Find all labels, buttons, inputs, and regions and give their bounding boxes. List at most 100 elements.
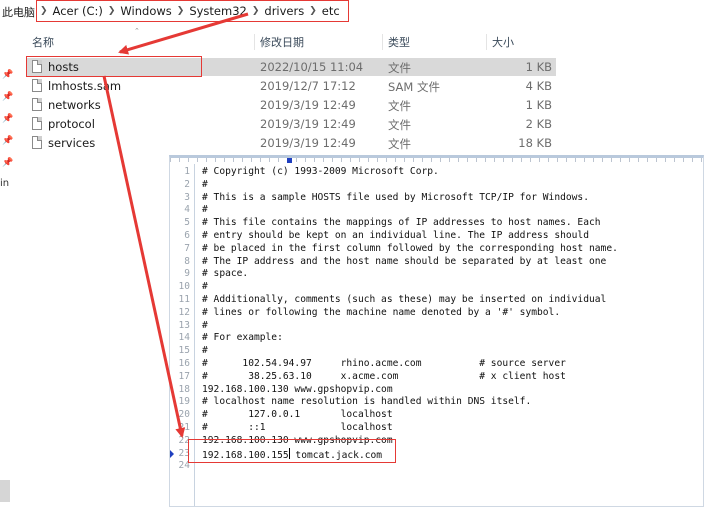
code-line[interactable]: # This is a sample HOSTS file used by Mi… bbox=[202, 192, 589, 203]
code-line[interactable]: # bbox=[202, 320, 208, 331]
line-number: 13 bbox=[178, 319, 190, 331]
code-line[interactable]: # lines or following the machine name de… bbox=[202, 307, 560, 318]
chevron-right-icon[interactable]: ❯ bbox=[176, 6, 186, 16]
file-icon bbox=[32, 79, 42, 92]
chevron-right-icon[interactable]: ❯ bbox=[308, 6, 318, 16]
breadcrumb[interactable]: ❯ Acer (C:) ❯ Windows ❯ System32 ❯ drive… bbox=[36, 0, 349, 22]
line-number: 6 bbox=[184, 230, 190, 241]
file-name: services bbox=[48, 136, 96, 150]
code-line[interactable]: # bbox=[202, 281, 208, 292]
chevron-right-icon[interactable]: ❯ bbox=[251, 6, 261, 16]
ruler-position-marker bbox=[287, 158, 292, 163]
file-modified: 2019/12/7 17:12 bbox=[260, 79, 356, 93]
editor-ruler bbox=[170, 158, 703, 162]
code-line[interactable]: # 102.54.94.97 rhino.acme.com # source s… bbox=[202, 358, 566, 369]
file-icon bbox=[32, 117, 42, 130]
sidebar-item-fragment[interactable]: in bbox=[0, 178, 9, 189]
code-line[interactable]: # The IP address and the host name shoul… bbox=[202, 256, 606, 267]
breadcrumb-windows[interactable]: Windows bbox=[116, 4, 175, 18]
file-modified: 2019/3/19 12:49 bbox=[260, 98, 356, 112]
line-number: 12 bbox=[178, 306, 190, 318]
file-type: 文件 bbox=[388, 99, 411, 113]
line-number: 10 bbox=[178, 281, 190, 293]
line-number: 19 bbox=[178, 396, 190, 408]
line-number: 18 bbox=[178, 383, 190, 395]
file-modified: 2019/3/19 12:49 bbox=[260, 117, 356, 131]
chevron-right-icon[interactable]: ❯ bbox=[107, 6, 117, 16]
column-divider[interactable] bbox=[486, 34, 487, 50]
code-line[interactable]: # be placed in the first column followed… bbox=[202, 243, 618, 254]
column-size[interactable]: 大小 bbox=[492, 34, 514, 50]
file-type: 文件 bbox=[388, 137, 411, 151]
code-line[interactable]: 192.168.100.130 www.gpshopvip.com bbox=[202, 384, 393, 395]
file-icon bbox=[32, 98, 42, 111]
breadcrumb-etc[interactable]: etc bbox=[318, 4, 344, 18]
file-size: 2 KB bbox=[525, 117, 552, 131]
line-number: 8 bbox=[184, 255, 190, 267]
code-line[interactable]: # ::1 localhost bbox=[202, 422, 393, 433]
line-number: 21 bbox=[178, 422, 190, 433]
file-size: 1 KB bbox=[525, 98, 552, 112]
line-number: 7 bbox=[184, 242, 190, 254]
breadcrumb-drive[interactable]: Acer (C:) bbox=[49, 4, 107, 18]
line-number: 22 bbox=[178, 434, 190, 446]
line-number: 9 bbox=[184, 268, 190, 280]
file-size: 4 KB bbox=[525, 79, 552, 93]
line-number: 11 bbox=[178, 294, 190, 305]
scrollbar[interactable] bbox=[0, 480, 10, 502]
code-line[interactable]: # entry should be kept on an individual … bbox=[202, 230, 589, 241]
line-number: 16 bbox=[178, 358, 190, 369]
file-list-header: 名称 修改日期 类型 大小 bbox=[0, 34, 716, 50]
line-number: 14 bbox=[178, 332, 190, 344]
file-name: lmhosts.sam bbox=[48, 79, 122, 93]
hosts-highlight-box bbox=[26, 56, 202, 77]
breadcrumb-system32[interactable]: System32 bbox=[185, 4, 251, 18]
column-divider[interactable] bbox=[382, 34, 383, 50]
line-number: 2 bbox=[184, 178, 190, 190]
line-number: 15 bbox=[178, 345, 190, 357]
code-line[interactable]: # This file contains the mappings of IP … bbox=[202, 217, 601, 228]
pin-icon[interactable]: 📌 bbox=[2, 158, 13, 168]
code-line[interactable]: # For example: bbox=[202, 332, 283, 343]
file-row-networks[interactable]: networks 2019/3/19 12:49 文件 1 KB bbox=[26, 96, 556, 114]
chevron-right-icon[interactable]: ❯ bbox=[39, 6, 49, 16]
file-name: protocol bbox=[48, 117, 95, 131]
line-number: 1 bbox=[184, 166, 190, 177]
pin-icon[interactable]: 📌 bbox=[2, 70, 13, 80]
this-pc-label[interactable]: 此电脑 bbox=[2, 4, 35, 20]
file-size: 1 KB bbox=[525, 60, 552, 74]
code-line[interactable]: # bbox=[202, 179, 208, 190]
code-line[interactable]: # bbox=[202, 204, 208, 215]
file-row-lmhosts[interactable]: lmhosts.sam 2019/12/7 17:12 SAM 文件 4 KB bbox=[26, 77, 556, 95]
line-number: 3 bbox=[184, 191, 190, 203]
code-line[interactable]: # Additionally, comments (such as these)… bbox=[202, 294, 606, 305]
breadcrumb-drivers[interactable]: drivers bbox=[260, 4, 308, 18]
code-line[interactable]: # space. bbox=[202, 268, 248, 279]
line-number: 17 bbox=[178, 370, 190, 382]
code-line[interactable]: # Copyright (c) 1993-2009 Microsoft Corp… bbox=[202, 166, 439, 177]
file-row-protocol[interactable]: protocol 2019/3/19 12:49 文件 2 KB bbox=[26, 115, 556, 133]
pin-icon[interactable]: 📌 bbox=[2, 114, 13, 124]
file-row-services[interactable]: services 2019/3/19 12:49 文件 18 KB bbox=[26, 134, 556, 152]
code-line[interactable]: # localhost name resolution is handled w… bbox=[202, 396, 531, 407]
code-line[interactable]: # 127.0.0.1 localhost bbox=[202, 409, 393, 420]
file-size: 18 KB bbox=[518, 136, 552, 150]
column-modified[interactable]: 修改日期 bbox=[260, 34, 304, 50]
file-type: 文件 bbox=[388, 61, 411, 75]
code-line[interactable]: # bbox=[202, 345, 208, 356]
column-type[interactable]: 类型 bbox=[388, 34, 410, 50]
line-number: 20 bbox=[178, 409, 190, 421]
file-type: SAM 文件 bbox=[388, 80, 440, 94]
file-type: 文件 bbox=[388, 118, 411, 132]
sort-arrow-icon: ⌃ bbox=[134, 27, 140, 35]
file-modified: 2019/3/19 12:49 bbox=[260, 136, 356, 150]
address-bar[interactable]: 此电脑 ❯ Acer (C:) ❯ Windows ❯ System32 ❯ d… bbox=[0, 0, 716, 22]
column-divider[interactable] bbox=[254, 34, 255, 50]
pin-icon[interactable]: 📌 bbox=[2, 136, 13, 146]
pin-icon[interactable]: 📌 bbox=[2, 92, 13, 102]
column-name[interactable]: 名称 bbox=[32, 34, 54, 50]
line-number: 5 bbox=[184, 217, 190, 229]
current-line-marker bbox=[170, 449, 174, 458]
code-line[interactable]: # 38.25.63.10 x.acme.com # x client host bbox=[202, 371, 566, 382]
line-number: 4 bbox=[184, 204, 190, 216]
